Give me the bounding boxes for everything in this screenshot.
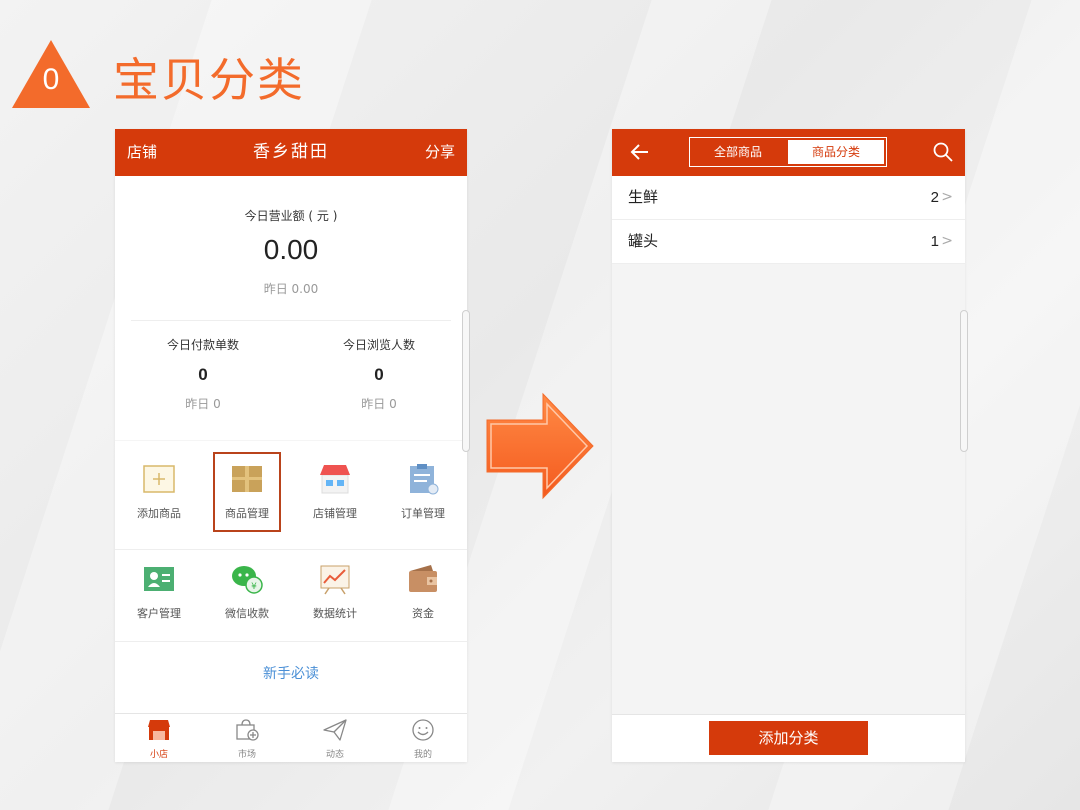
wallet-icon [409,565,437,592]
market-bag-icon [236,719,259,741]
chart-icon [320,565,350,595]
tab-label: 小店 [149,750,168,760]
tab-store[interactable]: 小店 [115,714,203,762]
smiley-icon [412,719,434,741]
grid-item-label: 微信收款 [225,607,269,620]
tab-product-categories[interactable]: 商品分类 [788,140,884,164]
phone-side-button [462,310,470,452]
share-button[interactable]: 分享 [425,129,455,176]
category-name: 罐头 [628,232,659,250]
divider [115,641,467,642]
phone-side-button [960,310,968,452]
chevron-right-icon: > [941,233,953,249]
category-count: 2 [930,189,939,206]
bottom-action-bar: 添加分类 [612,714,965,762]
svg-text:¥: ¥ [251,582,257,592]
tab-market[interactable]: 市场 [203,714,291,762]
tab-all-products[interactable]: 全部商品 [690,138,786,166]
clipboard-icon [410,464,439,495]
search-icon[interactable] [933,142,953,162]
store-name-title: 香乡甜田 [253,142,329,162]
grid-item-label: 数据统计 [313,607,357,620]
store-icon [148,720,170,740]
category-list: 生鲜 2 > 罐头 1 > [612,176,965,264]
grid-item-funds[interactable]: 资金 [379,553,467,641]
grid-item-store-management[interactable]: 店铺管理 [291,453,379,541]
orders-yesterday: 昨日 0 [185,397,221,411]
back-arrow-icon[interactable] [630,143,650,161]
grid-item-label: 店铺管理 [313,507,357,520]
grid-item-label: 资金 [412,607,434,620]
add-category-button[interactable]: 添加分类 [709,721,868,755]
category-topbar: 全部商品 商品分类 [612,129,965,176]
highlight-frame [213,452,281,532]
feature-grid: 添加商品 商品管理 店铺管理 订单管理 客户管理 ¥ 微信收款 数据统计 资金 … [115,441,467,715]
tab-moments[interactable]: 动态 [291,714,379,762]
segmented-control: 全部商品 商品分类 [689,137,887,167]
visitors-label: 今日浏览人数 [342,338,415,352]
beginner-guide-link[interactable]: 新手必读 [115,663,467,683]
tab-label: 动态 [325,750,344,760]
grid-item-order-management[interactable]: 订单管理 [379,453,467,541]
bottom-tab-bar: 小店 市场 动态 我的 [115,713,467,762]
tab-label: 我的 [413,750,432,760]
visitors-value: 0 [374,365,384,384]
grid-item-statistics[interactable]: 数据统计 [291,553,379,641]
grid-item-wechat-pay[interactable]: ¥ 微信收款 [203,553,291,641]
chevron-right-icon: > [941,189,953,205]
category-name: 生鲜 [628,188,659,206]
visitors-yesterday: 昨日 0 [361,397,397,411]
orders-stat: 今日付款单数 0 昨日 0 [115,336,291,416]
stats-panel: 今日营业额 ( 元 ) 0.00 昨日 0.00 今日付款单数 0 昨日 0 今… [115,176,467,440]
tab-me[interactable]: 我的 [379,714,467,762]
wechat-pay-icon: ¥ [232,566,263,594]
sales-label: 今日营业额 ( 元 ) [244,209,338,223]
store-topbar: 店铺 香乡甜田 分享 [115,129,467,176]
orders-label: 今日付款单数 [166,338,239,352]
grid-item-customer-management[interactable]: 客户管理 [115,553,203,641]
divider [131,320,451,321]
store-icon [320,465,350,494]
contact-card-icon [144,567,174,591]
list-item[interactable]: 罐头 1 > [612,220,965,264]
sales-yesterday: 昨日 0.00 [263,282,319,296]
arrow-right-icon [486,392,594,500]
divider [115,549,467,550]
slide-title: 宝贝分类 [113,53,305,107]
tab-label: 市场 [237,750,256,760]
category-screen: 全部商品 商品分类 生鲜 2 > 罐头 1 > 添加分类 [612,129,965,762]
add-product-icon [143,465,175,493]
paper-plane-icon [323,719,347,741]
store-home-screen: 店铺 香乡甜田 分享 今日营业额 ( 元 ) 0.00 昨日 0.00 今日付款… [115,129,467,762]
grid-item-add-product[interactable]: 添加商品 [115,453,203,541]
grid-item-label: 订单管理 [401,507,445,520]
list-item[interactable]: 生鲜 2 > [612,176,965,220]
orders-value: 0 [198,365,208,384]
category-count: 1 [930,233,939,250]
sales-value: 0.00 [263,234,319,265]
visitors-stat: 今日浏览人数 0 昨日 0 [291,336,467,416]
grid-item-label: 添加商品 [137,507,181,520]
grid-item-label: 客户管理 [137,607,181,620]
step-number: 0 [42,63,60,96]
